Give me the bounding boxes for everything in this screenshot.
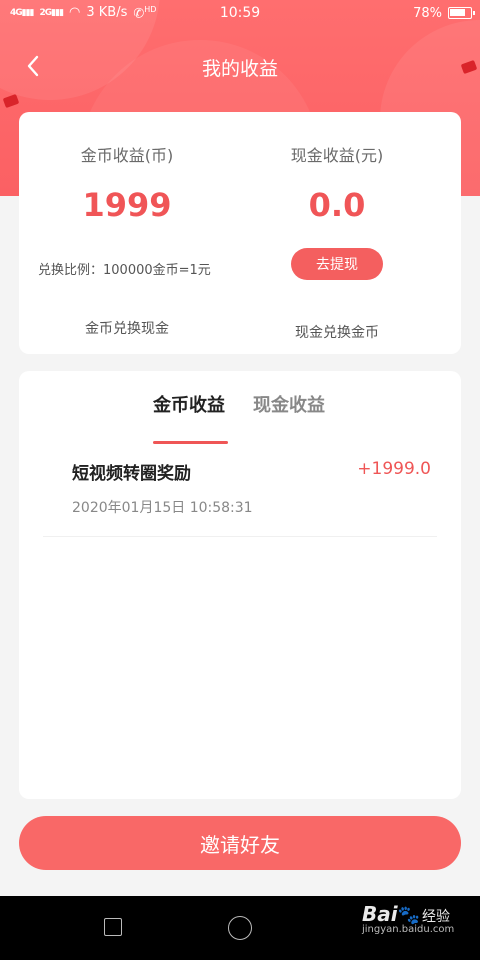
battery-percent: 78% — [413, 5, 442, 21]
record-title: 短视频转圈奖励 — [72, 464, 191, 484]
earnings-tabs: 金币收益 现金收益 — [19, 387, 461, 444]
coin-earnings-value: 1999 — [82, 186, 172, 224]
nav-bar: 我的收益 — [0, 44, 480, 88]
status-bar: 4G▮▮▮ 2G▮▮▮ ◠ 3 KB/s ✆HD 10:59 78% — [0, 0, 480, 26]
clock: 10:59 — [219, 5, 261, 21]
invite-friends-button[interactable]: 邀请好友 — [19, 816, 461, 870]
page-title: 我的收益 — [201, 58, 278, 80]
home-icon[interactable] — [228, 916, 252, 940]
exchange-ratio: 兑换比例：100000金币=1元 — [38, 263, 211, 278]
cash-earnings-value: 0.0 — [308, 186, 366, 224]
withdraw-button[interactable]: 去提现 — [291, 248, 383, 280]
battery-icon — [448, 7, 475, 19]
earnings-records-card: 金币收益 现金收益 短视频转圈奖励 +1999.0 2020年01月15日 10… — [19, 371, 461, 799]
coin-earnings-label: 金币收益(币) — [80, 146, 174, 165]
active-tab-indicator — [153, 441, 228, 444]
list-item[interactable]: 短视频转圈奖励 +1999.0 2020年01月15日 10:58:31 — [43, 451, 437, 537]
baidu-jingyan-watermark: Bai🐾 经验 jingyan.baidu.com — [362, 902, 455, 935]
earnings-summary-card: 金币收益(币) 现金收益(元) 1999 0.0 兑换比例：100000金币=1… — [19, 112, 461, 354]
record-time: 2020年01月15日 10:58:31 — [72, 500, 253, 516]
tab-coin-earnings[interactable]: 金币收益 — [153, 391, 225, 417]
cash-to-coin-link[interactable]: 现金兑换金币 — [237, 322, 437, 342]
system-nav-bar: Bai🐾 经验 jingyan.baidu.com — [0, 896, 480, 960]
cash-earnings-label: 现金收益(元) — [290, 146, 384, 165]
recent-apps-icon[interactable] — [104, 918, 122, 936]
coin-to-cash-link[interactable]: 金币兑换现金 — [27, 318, 227, 338]
red-envelope-icon — [2, 93, 20, 109]
record-amount: +1999.0 — [357, 459, 431, 479]
tab-cash-earnings[interactable]: 现金收益 — [253, 391, 325, 417]
